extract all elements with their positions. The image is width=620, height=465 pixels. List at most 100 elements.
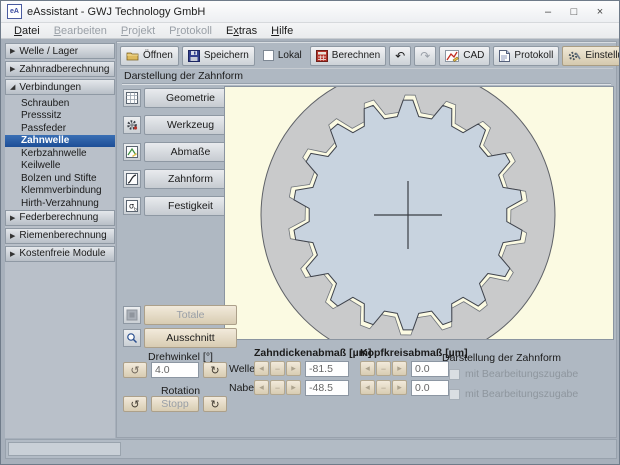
menu-extras[interactable]: Extras — [219, 25, 264, 37]
nabe-tip-input[interactable] — [411, 380, 449, 396]
nabe-thickness-input[interactable] — [305, 380, 349, 396]
open-button[interactable]: Öffnen — [120, 46, 179, 66]
tools-icon — [568, 50, 581, 62]
menu-hilfe[interactable]: Hilfe — [264, 25, 300, 37]
rotate-cw-icon: ↻ — [210, 398, 219, 411]
step-max-button: ▸ — [392, 361, 407, 376]
chevron-right-icon: ▶ — [10, 65, 15, 73]
section-label: Riemenberechnung — [19, 230, 106, 241]
chevron-right-icon: ▶ — [10, 232, 15, 240]
close-button[interactable]: × — [587, 3, 613, 21]
step-max-button: ▸ — [392, 380, 407, 395]
undo-arrow-icon: ↶ — [395, 50, 405, 62]
section-label: Verbindungen — [19, 82, 81, 93]
calculate-button[interactable]: Berechnen — [310, 46, 386, 66]
folder-icon — [126, 50, 139, 61]
sidebar-section-kostenfreie-module[interactable]: ▶ Kostenfreie Module — [5, 246, 115, 262]
calculate-label: Berechnen — [332, 50, 380, 61]
settings-button[interactable]: Einstellungen — [562, 46, 620, 66]
sidebar-item-schrauben[interactable]: Schrauben — [5, 97, 115, 110]
full-view-icon — [123, 306, 141, 324]
zahndickenabmass-header: Zahndickenabmaß [µm] — [254, 347, 371, 359]
app-window: eA eAssistant - GWJ Technology GmbH – □ … — [0, 0, 620, 465]
sidebar-item-klemmverbindung[interactable]: Klemmverbindung — [5, 185, 115, 198]
menu-projekt: Projekt — [114, 25, 162, 37]
rotation-cw-button[interactable]: ↻ — [203, 396, 227, 412]
sidebar-section-verbindungen[interactable]: ◢ Verbindungen — [5, 79, 115, 95]
section-label: Kostenfreie Module — [19, 248, 105, 259]
drehwinkel-input[interactable] — [151, 362, 199, 378]
step-max-button: ▸ — [286, 380, 301, 395]
undo-button[interactable]: ↶ — [389, 46, 411, 66]
sidebar-section-federberechnung[interactable]: ▶ Federberechnung — [5, 210, 115, 226]
cad-drawing-icon — [445, 50, 459, 62]
calculator-icon — [316, 50, 328, 62]
magnifier-icon — [123, 329, 141, 347]
menu-bearbeiten: Bearbeiten — [47, 25, 114, 37]
minimize-button[interactable]: – — [535, 3, 561, 21]
sigma-icon: σb — [123, 197, 141, 215]
step-mid-button: − — [270, 361, 285, 376]
menu-bar: Datei Bearbeiten Projekt Protokoll Extra… — [1, 23, 619, 39]
gear-drawing — [225, 87, 613, 339]
chevron-right-icon: ▶ — [10, 214, 15, 222]
sidebar-item-hirth-verzahnung[interactable]: Hirth-Verzahnung — [5, 197, 115, 210]
option-label: mit Bearbeitungszugabe — [465, 388, 578, 400]
chevron-right-icon: ▶ — [10, 250, 15, 258]
rotate-ccw-icon: ↺ — [130, 364, 139, 377]
ausschnitt-button[interactable]: Ausschnitt — [144, 328, 237, 348]
sidebar-item-bolzen-und-stifte[interactable]: Bolzen und Stifte — [5, 172, 115, 185]
sidebar-section-riemenberechnung[interactable]: ▶ Riemenberechnung — [5, 228, 115, 244]
title-bar[interactable]: eA eAssistant - GWJ Technology GmbH – □ … — [1, 1, 619, 23]
tolerance-icon — [123, 143, 141, 161]
save-button[interactable]: Speichern — [182, 46, 255, 66]
bearbeitungszugabe-option-2: mit Bearbeitungszugabe — [449, 388, 578, 400]
local-checkbox-group[interactable]: Lokal — [258, 46, 307, 66]
maximize-button[interactable]: □ — [561, 3, 587, 21]
rotate-cw-icon: ↻ — [210, 364, 219, 377]
floppy-disk-icon — [188, 50, 200, 62]
welle-thickness-stepper: ◂ − ▸ — [254, 361, 301, 376]
redo-arrow-icon: ↷ — [420, 50, 430, 62]
sidebar-item-list: Schrauben Presssitz Passfeder Zahnwelle … — [5, 97, 115, 210]
rotate-ccw-step-button: ↺ — [123, 362, 147, 378]
sidebar-section-zahnradberechnung[interactable]: ▶ Zahnradberechnung — [5, 61, 115, 77]
totale-button: Totale — [144, 305, 237, 325]
save-label: Speichern — [204, 50, 249, 61]
rotate-cw-step-button[interactable]: ↻ — [203, 362, 227, 378]
divider — [122, 83, 611, 84]
sidebar-item-passfeder[interactable]: Passfeder — [5, 122, 115, 135]
window-title: eAssistant - GWJ Technology GmbH — [27, 6, 535, 18]
settings-label: Einstellungen — [585, 50, 620, 61]
document-icon — [499, 50, 510, 62]
zahnform-canvas[interactable] — [224, 86, 614, 340]
section-label: Federberechnung — [19, 212, 98, 223]
redo-button: ↷ — [414, 46, 436, 66]
local-label: Lokal — [278, 50, 302, 61]
grid-icon — [123, 89, 141, 107]
sidebar-item-zahnwelle[interactable]: Zahnwelle — [5, 135, 115, 148]
group-title: Darstellung der Zahnform — [124, 70, 243, 82]
status-cell — [8, 442, 121, 456]
app-icon: eA — [7, 4, 22, 19]
sidebar-item-keilwelle[interactable]: Keilwelle — [5, 160, 115, 173]
step-mid-button: − — [376, 361, 391, 376]
gear-icon — [123, 116, 141, 134]
main-panel: Öffnen Speichern Lokal Berechnen ↶ ↷ CAD — [116, 41, 617, 438]
menu-datei[interactable]: Datei — [7, 25, 47, 37]
sidebar-item-presssitz[interactable]: Presssitz — [5, 110, 115, 123]
protocol-button[interactable]: Protokoll — [493, 46, 559, 66]
rotation-ccw-button[interactable]: ↺ — [123, 396, 147, 412]
sidebar-item-kerbzahnwelle[interactable]: Kerbzahnwelle — [5, 147, 115, 160]
local-checkbox[interactable] — [263, 50, 274, 61]
welle-row-label: Welle — [229, 363, 255, 375]
sidebar-section-welle-lager[interactable]: ▶ Welle / Lager — [5, 43, 115, 59]
module-sidebar: ▶ Welle / Lager ▶ Zahnradberechnung ◢ Ve… — [5, 43, 115, 438]
welle-thickness-input[interactable] — [305, 361, 349, 377]
checkbox-icon — [449, 389, 460, 400]
protocol-label: Protokoll — [514, 50, 553, 61]
nabe-tip-stepper: ◂ − ▸ — [360, 380, 407, 395]
checkbox-icon — [449, 369, 460, 380]
cad-label: CAD — [463, 50, 484, 61]
cad-button[interactable]: CAD — [439, 46, 490, 66]
